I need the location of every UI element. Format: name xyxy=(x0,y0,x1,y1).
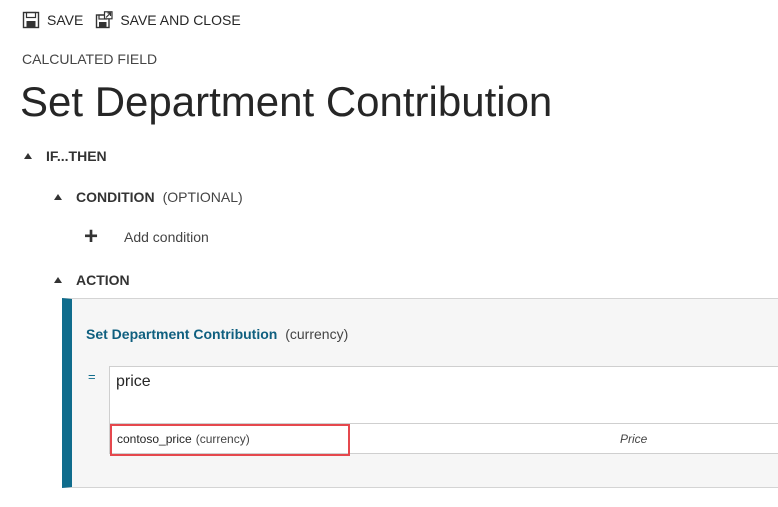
suggestion-display-name: Price xyxy=(620,431,648,446)
suggestion-field-type: (currency) xyxy=(195,431,250,446)
floppy-disk-icon xyxy=(22,11,40,29)
collapse-triangle-icon[interactable] xyxy=(54,194,62,200)
expression-input[interactable]: price xyxy=(109,366,778,424)
if-then-section: IF...THEN xyxy=(24,148,107,164)
add-condition-label: Add condition xyxy=(124,229,209,245)
target-field-type: (currency) xyxy=(285,326,349,342)
collapse-triangle-icon[interactable] xyxy=(54,277,62,283)
page-title: Set Department Contribution xyxy=(20,78,553,125)
action-label: ACTION xyxy=(76,272,130,288)
plus-icon: + xyxy=(84,223,99,250)
action-section: ACTION xyxy=(54,272,130,288)
suggestion-item[interactable]: contoso_price (currency) Price xyxy=(110,424,778,453)
save-label: SAVE xyxy=(47,12,84,28)
save-and-close-label: SAVE AND CLOSE xyxy=(120,12,241,28)
target-field-name: Set Department Contribution xyxy=(86,326,278,342)
intellisense-list: contoso_price (currency) Price xyxy=(109,424,778,454)
command-bar: SAVE SAVE AND CLOSE xyxy=(22,10,253,30)
suggestion-field-name: contoso_price xyxy=(117,431,192,446)
entity-type-label: CALCULATED FIELD xyxy=(22,51,158,67)
condition-section: CONDITION (OPTIONAL) xyxy=(54,189,243,205)
if-then-label: IF...THEN xyxy=(46,148,107,164)
equals-sign: = xyxy=(88,369,96,384)
add-condition-button[interactable]: + Add condition xyxy=(84,223,209,250)
action-header: Set Department Contribution (currency) xyxy=(86,326,348,342)
condition-label: CONDITION xyxy=(76,189,155,205)
condition-optional-note: (OPTIONAL) xyxy=(162,189,243,205)
save-and-close-button[interactable]: SAVE AND CLOSE xyxy=(95,11,241,29)
action-panel[interactable]: Set Department Contribution (currency) =… xyxy=(62,298,778,488)
save-and-close-icon xyxy=(95,11,113,29)
collapse-triangle-icon[interactable] xyxy=(24,153,32,159)
save-button[interactable]: SAVE xyxy=(22,11,83,29)
